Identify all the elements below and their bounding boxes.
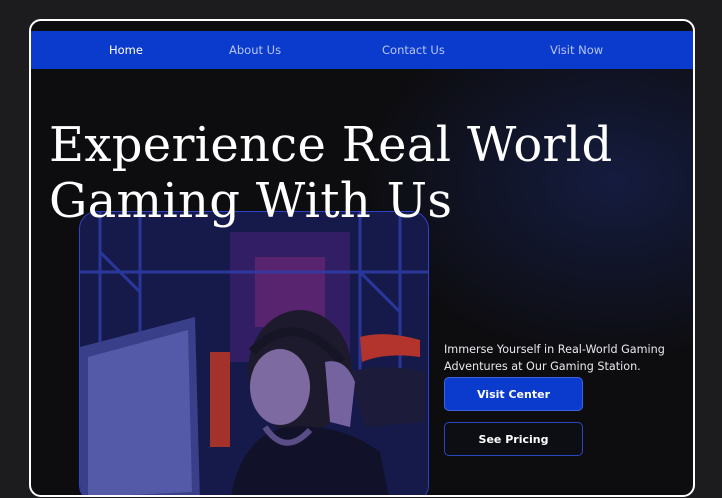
- nav-visit-now-link[interactable]: Visit Now: [550, 31, 603, 69]
- see-pricing-button[interactable]: See Pricing: [444, 422, 583, 456]
- nav-contact-us-link[interactable]: Contact Us: [382, 31, 445, 69]
- gamer-illustration: [80, 212, 428, 495]
- hero-tagline: Immerse Yourself in Real-World Gaming Ad…: [444, 343, 665, 374]
- hero-title-line-1: Experience Real World: [49, 117, 613, 173]
- nav-home-link[interactable]: Home: [109, 31, 143, 69]
- top-navigation-bar: Home About Us Contact Us Visit Now: [31, 31, 693, 69]
- nav-about-us-link[interactable]: About Us: [229, 31, 281, 69]
- hero-title: Experience Real World Gaming With Us: [49, 117, 689, 229]
- hero-gamer-photo: [79, 211, 429, 495]
- hero-title-line-2: Gaming With Us: [49, 173, 453, 229]
- visit-center-button[interactable]: Visit Center: [444, 377, 583, 411]
- page-frame: Home About Us Contact Us Visit Now Exper…: [29, 19, 695, 497]
